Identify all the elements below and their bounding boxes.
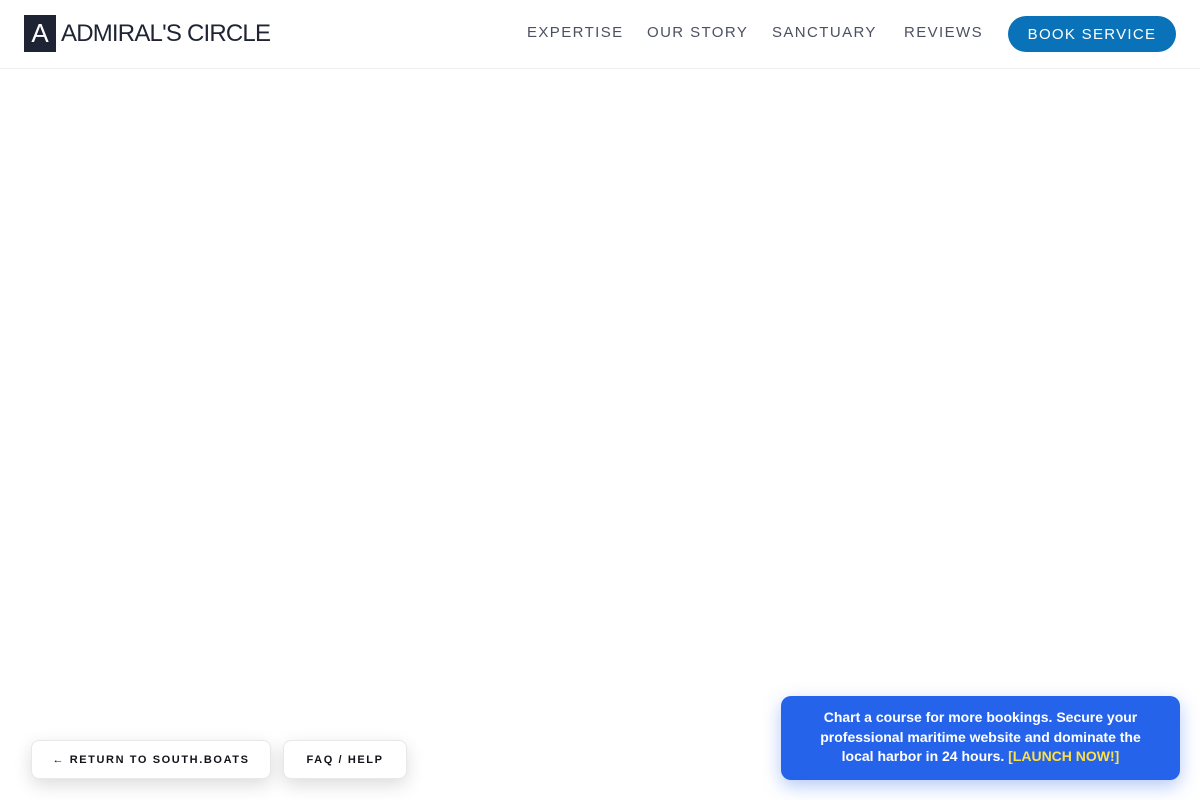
return-to-south-boats-button[interactable]: ← RETURN TO SOUTH.BOATS xyxy=(31,740,271,779)
nav-link-reviews[interactable]: REVIEWS xyxy=(904,23,983,43)
faq-help-button[interactable]: FAQ / HELP xyxy=(283,740,407,779)
page: A ADMIRAL'S CIRCLE EXPERTISE OUR STORY S… xyxy=(0,0,1200,800)
promo-banner: Chart a course for more bookings. Secure… xyxy=(781,696,1180,780)
logo-mark: A xyxy=(24,15,56,52)
nav-link-our-story[interactable]: OUR STORY xyxy=(647,23,748,43)
nav-link-sanctuary[interactable]: SANCTUARY xyxy=(772,23,877,43)
book-service-button[interactable]: BOOK SERVICE xyxy=(1008,16,1176,52)
nav-link-expertise[interactable]: EXPERTISE xyxy=(527,23,624,43)
logo-link[interactable]: A ADMIRAL'S CIRCLE xyxy=(24,15,271,52)
site-header: A ADMIRAL'S CIRCLE EXPERTISE OUR STORY S… xyxy=(0,0,1200,69)
launch-now-link[interactable]: [LAUNCH NOW!] xyxy=(1008,748,1119,764)
brand-name: ADMIRAL'S CIRCLE xyxy=(61,19,271,47)
